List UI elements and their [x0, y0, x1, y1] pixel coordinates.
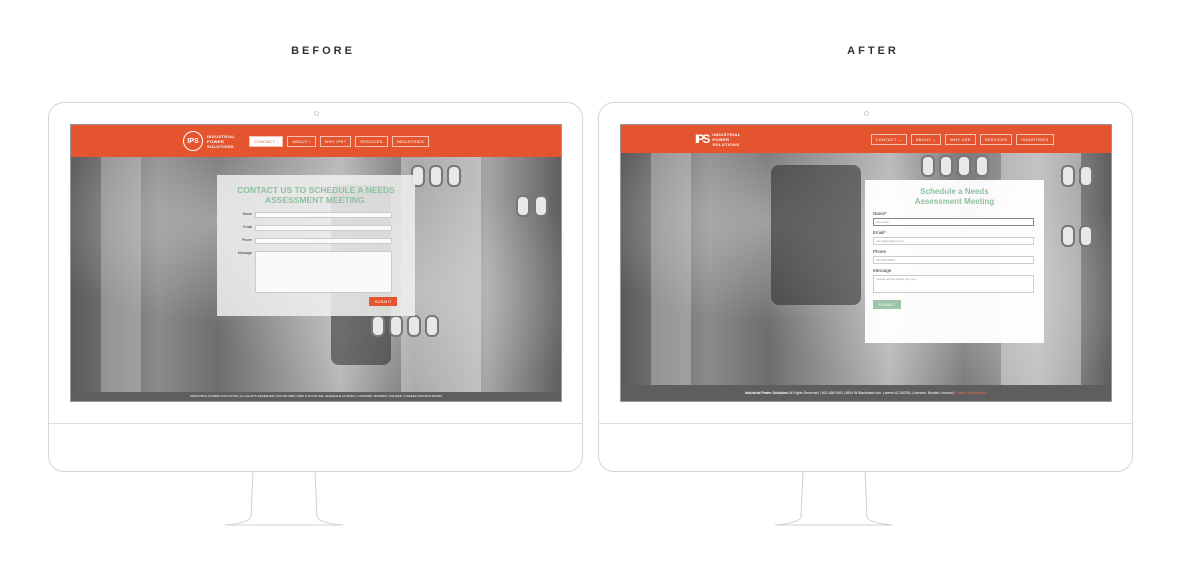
footer-brand: Industrial Power Solutions	[745, 391, 788, 395]
logo-mark-icon: IPS	[183, 131, 203, 151]
before-footer: INDUSTRIAL POWER SOLUTIONS, ALL RIGHTS R…	[71, 392, 561, 401]
monitor-chin	[49, 423, 582, 424]
after-screen: IPS INDUSTRIAL POWER SOLUTIONS CONTACT ⌄ A…	[620, 124, 1112, 402]
before-contact-form: CONTACT US TO SCHEDULE A NEEDS ASSESSMEN…	[217, 175, 415, 316]
comparison-stage: BEFORE AFTER IPS INDUSTRIAL POWER SOLUTION…	[0, 0, 1200, 561]
phone-row: Phone	[217, 238, 392, 244]
logo[interactable]: IPS INDUSTRIAL POWER SOLUTIONS	[183, 131, 235, 151]
camera	[863, 111, 869, 116]
camera	[313, 111, 319, 116]
message-label: Message	[237, 251, 252, 255]
nav-why[interactable]: WHY USE	[945, 133, 976, 145]
after-stand	[774, 471, 894, 526]
after-nav: IPS INDUSTRIAL POWER SOLUTIONS CONTACT ⌄ A…	[621, 125, 1111, 153]
phone-field[interactable]	[255, 238, 392, 244]
after-contact-form: Schedule a Needs Assessment Meeting Name…	[865, 180, 1044, 343]
before-screen: IPS INDUSTRIAL POWER SOLUTIONS CONTACT › A…	[70, 124, 562, 402]
footer-text: All Rights Reserved. | 602.466.0962 | 68…	[787, 391, 956, 395]
message-field[interactable]	[255, 251, 392, 293]
message-label: Message	[873, 268, 892, 273]
after-heading: AFTER	[847, 45, 899, 57]
email-label: Email*	[873, 230, 887, 235]
email-label: Email	[243, 225, 252, 229]
logo-text: INDUSTRIAL POWER SOLUTIONS	[712, 131, 741, 147]
nav-contact[interactable]: CONTACT ›	[249, 135, 284, 147]
nav-contact[interactable]: CONTACT ⌄	[870, 133, 907, 145]
submit-button[interactable]: SUBMIT	[369, 297, 397, 306]
phone-label: Phone	[873, 249, 887, 254]
form-title: Schedule a Needs Assessment Meeting	[914, 187, 995, 206]
logo-mark-icon: IPS	[695, 132, 710, 146]
before-stand	[224, 471, 344, 526]
monitor-chin	[599, 423, 1132, 424]
email-field[interactable]	[255, 225, 392, 231]
form-title: CONTACT US TO SCHEDULE A NEEDS ASSESSMEN…	[237, 185, 395, 205]
after-footer: Industrial Power Solutions All Rights Re…	[621, 385, 1111, 401]
message-row: Message	[217, 251, 392, 293]
nav-about[interactable]: ABOUT ⌄	[910, 133, 941, 145]
logo-text: INDUSTRIAL POWER SOLUTIONS	[207, 133, 236, 149]
nav-industries[interactable]: INDUSTRIES	[1016, 133, 1054, 145]
before-heading: BEFORE	[291, 45, 355, 57]
name-row: Name	[217, 212, 392, 218]
career-link[interactable]: Career Opportunities	[955, 391, 986, 395]
submit-button[interactable]: SUBMIT	[873, 300, 901, 309]
message-field[interactable]: Include all the details you can	[873, 275, 1034, 293]
nav-about[interactable]: ABOUT ›	[287, 135, 316, 147]
phone-field[interactable]: 000-000-0000	[873, 256, 1034, 264]
before-monitor: IPS INDUSTRIAL POWER SOLUTIONS CONTACT › A…	[48, 102, 583, 472]
nav-industries[interactable]: INDUSTRIES	[391, 135, 429, 147]
nav-services[interactable]: SERVICES	[355, 135, 388, 147]
name-label: Name	[242, 212, 252, 216]
nav-why[interactable]: WHY IPS?	[319, 135, 352, 147]
phone-label: Phone	[241, 238, 252, 242]
name-field[interactable]	[255, 212, 392, 218]
email-row: Email	[217, 225, 392, 231]
logo[interactable]: IPS INDUSTRIAL POWER SOLUTIONS	[695, 132, 741, 147]
name-field[interactable]: John Doe	[873, 218, 1034, 226]
email-field[interactable]: name@address.com	[873, 237, 1034, 245]
nav-services[interactable]: SERVICES	[979, 133, 1013, 145]
before-nav: IPS INDUSTRIAL POWER SOLUTIONS CONTACT › A…	[71, 125, 561, 157]
after-monitor: IPS INDUSTRIAL POWER SOLUTIONS CONTACT ⌄ A…	[598, 102, 1133, 472]
name-label: Name*	[873, 211, 887, 216]
